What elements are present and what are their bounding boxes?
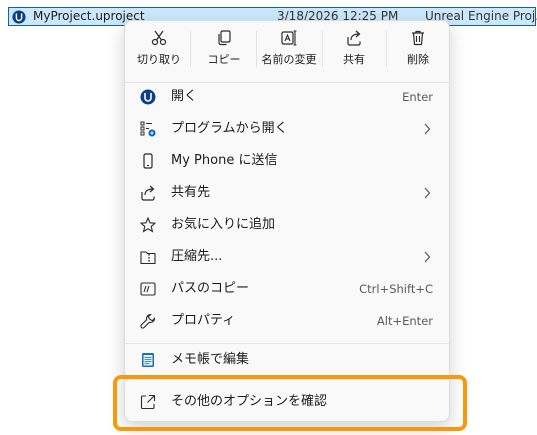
scissors-icon xyxy=(151,30,167,46)
cut-label: 切り取り xyxy=(137,53,181,66)
rename-button[interactable]: 名前の変更 xyxy=(257,27,321,71)
zip-folder-icon xyxy=(140,251,156,265)
menu-item-send-to-phone[interactable]: My Phone に送信 xyxy=(129,146,445,176)
menu-item-copy-path[interactable]: パスのコピー Ctrl+Shift+C xyxy=(129,274,445,304)
delete-label: 削除 xyxy=(407,53,429,66)
menu-item-label: お気に入りに追加 xyxy=(171,217,276,232)
rename-label: 名前の変更 xyxy=(261,53,317,66)
toolbar-divider xyxy=(190,31,191,67)
menu-item-label: プログラムから開く xyxy=(171,121,288,136)
copy-button[interactable]: コピー xyxy=(193,27,255,71)
share-label: 共有 xyxy=(343,53,365,66)
menu-toolbar: 切り取り コピー 名前の変更 共有 削除 xyxy=(125,21,449,77)
apps-icon xyxy=(140,121,156,137)
trash-icon xyxy=(412,30,424,46)
share-icon xyxy=(347,30,361,46)
menu-item-add-favorites[interactable]: お気に入りに追加 xyxy=(129,210,445,240)
chevron-right-icon xyxy=(424,251,431,263)
notepad-icon xyxy=(142,353,154,367)
share-icon xyxy=(141,185,155,201)
menu-item-label: プロパティ xyxy=(171,313,236,328)
menu-item-open-with[interactable]: プログラムから開く xyxy=(129,114,445,144)
chevron-right-icon xyxy=(424,123,431,135)
rename-icon xyxy=(281,30,297,46)
context-menu: 切り取り コピー 名前の変更 共有 削除 開く Enter プログラムから開く … xyxy=(124,20,450,422)
unreal-engine-icon xyxy=(140,89,156,105)
highlight-annotation xyxy=(113,375,467,431)
shortcut-label: Enter xyxy=(402,90,433,104)
chevron-right-icon xyxy=(424,187,431,199)
menu-item-label: 開く xyxy=(171,89,198,104)
menu-divider xyxy=(125,343,449,344)
delete-button[interactable]: 削除 xyxy=(387,27,449,71)
menu-item-compress[interactable]: 圧縮先... xyxy=(129,242,445,272)
shortcut-label: Ctrl+Shift+C xyxy=(359,282,433,296)
menu-item-share-to[interactable]: 共有先 xyxy=(129,178,445,208)
menu-item-open[interactable]: 開く Enter xyxy=(129,82,445,112)
wrench-icon xyxy=(140,313,156,329)
copy-label: コピー xyxy=(207,53,241,66)
copy-icon xyxy=(218,30,231,46)
menu-item-label: My Phone に送信 xyxy=(171,153,278,168)
menu-item-label: メモ帳で編集 xyxy=(171,352,250,367)
phone-icon xyxy=(143,153,153,169)
menu-item-notepad[interactable]: メモ帳で編集 xyxy=(129,345,445,375)
path-icon xyxy=(140,282,156,296)
star-icon xyxy=(140,217,156,233)
menu-item-properties[interactable]: プロパティ Alt+Enter xyxy=(129,306,445,336)
cut-button[interactable]: 切り取り xyxy=(128,27,190,71)
unreal-engine-icon xyxy=(12,10,26,24)
shortcut-label: Alt+Enter xyxy=(376,314,433,328)
menu-item-label: 共有先 xyxy=(171,185,211,200)
menu-item-label: 圧縮先... xyxy=(171,249,223,264)
menu-item-label: パスのコピー xyxy=(171,281,250,296)
share-button[interactable]: 共有 xyxy=(323,27,385,71)
